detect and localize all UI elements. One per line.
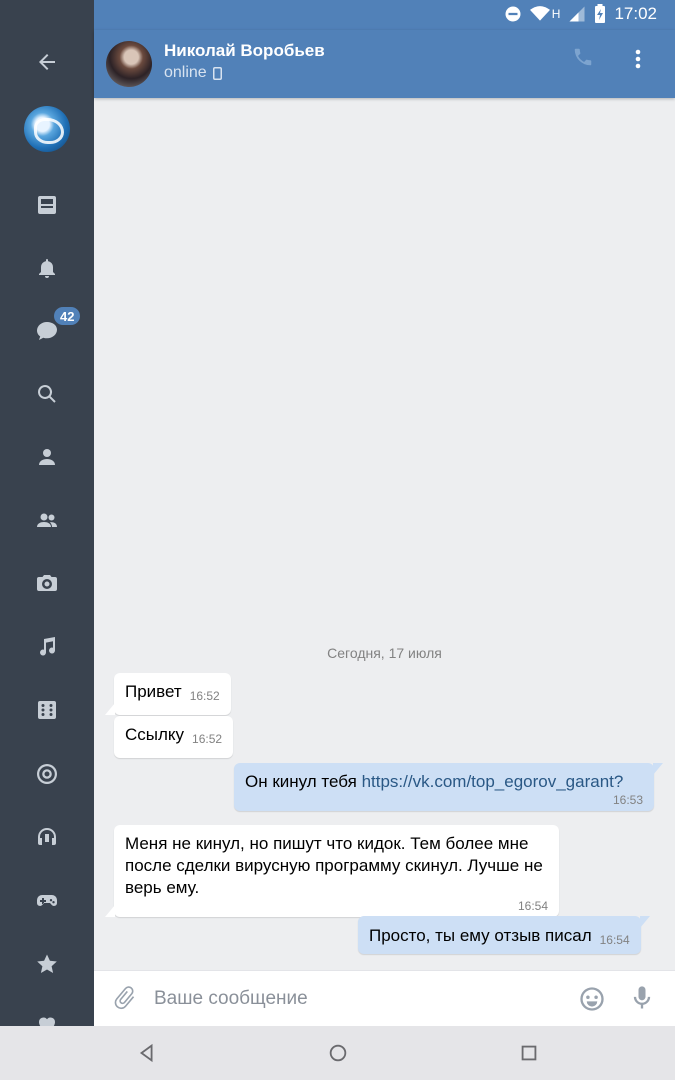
message-composer — [94, 970, 675, 1026]
message-text: Привет — [125, 682, 182, 701]
contact-status: online — [164, 64, 222, 82]
search-icon — [38, 385, 56, 403]
nav-games-2[interactable] — [0, 881, 94, 921]
nav-likes[interactable] — [0, 1004, 94, 1026]
nav-photos[interactable] — [0, 563, 94, 603]
network-type: H — [551, 7, 561, 21]
message-text: Он кинул тебя — [245, 772, 362, 791]
message-incoming[interactable]: Привет 16:52 — [105, 673, 231, 715]
nav-friends[interactable] — [0, 437, 94, 477]
profile-avatar[interactable] — [24, 106, 70, 152]
navigation-rail: 42 — [0, 0, 94, 1026]
system-navigation-bar — [0, 1026, 675, 1080]
battery-charging-icon — [595, 4, 606, 23]
message-input[interactable] — [154, 979, 564, 1019]
emoji-button[interactable] — [578, 985, 606, 1013]
message-time: 16:54 — [517, 899, 548, 913]
message-text: Ссылку — [125, 725, 185, 744]
message-text: Меня не кинул, но пишут что кидок. Тем б… — [125, 834, 543, 897]
system-back-button[interactable] — [134, 1040, 160, 1066]
heart-icon — [39, 1017, 55, 1026]
message-time: 16:52 — [192, 732, 223, 746]
nav-communities[interactable] — [0, 500, 94, 540]
nav-notifications[interactable] — [0, 248, 94, 288]
back-button[interactable] — [0, 42, 94, 82]
unread-badge: 42 — [52, 305, 83, 327]
message-link[interactable]: https://vk.com/top_egorov_garant? — [362, 772, 624, 791]
mobile-device-icon — [212, 66, 222, 80]
voice-message-button[interactable] — [628, 984, 656, 1012]
nav-news[interactable] — [0, 185, 94, 225]
wifi-icon — [529, 6, 550, 21]
contact-avatar[interactable] — [106, 41, 152, 87]
attach-button[interactable] — [112, 985, 140, 1013]
system-recents-button[interactable] — [516, 1040, 542, 1066]
clock: 17:02 — [614, 4, 657, 23]
nav-games[interactable] — [0, 690, 94, 730]
star-icon — [37, 954, 57, 973]
more-vertical-icon — [635, 49, 641, 69]
contact-name[interactable]: Николай Воробьев — [164, 41, 325, 61]
nav-podcasts[interactable] — [0, 817, 94, 857]
headphones-icon — [38, 828, 56, 845]
music-note-icon — [40, 637, 56, 656]
gamepad-icon — [37, 895, 57, 906]
paperclip-icon — [114, 986, 135, 1010]
smiley-icon — [580, 987, 604, 1011]
group-icon — [37, 513, 57, 527]
camera-icon — [37, 575, 57, 591]
call-button[interactable] — [572, 46, 600, 74]
system-home-button[interactable] — [325, 1040, 351, 1066]
chat-header: Николай Воробьев online — [94, 30, 675, 98]
status-bar: H 17:02 — [94, 0, 675, 30]
message-time: 16:54 — [599, 933, 630, 947]
target-icon — [37, 764, 57, 784]
signal-icon — [569, 6, 585, 22]
message-text: Просто, ты ему отзыв писал — [369, 926, 592, 945]
phone-icon — [574, 48, 592, 66]
message-time: 16:53 — [612, 793, 643, 807]
do-not-disturb-icon — [505, 6, 521, 22]
message-incoming[interactable]: Меня не кинул, но пишут что кидок. Тем б… — [105, 825, 559, 917]
nav-target[interactable] — [0, 754, 94, 794]
grid-icon — [38, 701, 56, 719]
nav-music[interactable] — [0, 627, 94, 667]
message-incoming[interactable]: Ссылку 16:52 — [114, 716, 234, 758]
nav-favorites[interactable] — [0, 944, 94, 984]
date-separator: Сегодня, 17 июля — [327, 645, 442, 661]
message-list[interactable]: Сегодня, 17 июля Привет 16:52 Ссылку 16:52… — [94, 98, 675, 970]
nav-search[interactable] — [0, 374, 94, 414]
news-icon — [38, 196, 56, 214]
triangle-back-icon — [139, 1043, 153, 1063]
person-icon — [39, 449, 55, 465]
square-recents-icon — [521, 1045, 537, 1061]
bell-icon — [39, 259, 55, 278]
message-outgoing[interactable]: Просто, ты ему отзыв писал 16:54 — [358, 916, 650, 954]
online-status-text: online — [164, 64, 207, 81]
more-options-button[interactable] — [626, 44, 650, 74]
message-outgoing[interactable]: Он кинул тебя https://vk.com/top_egorov_… — [234, 763, 663, 811]
microphone-icon — [633, 986, 651, 1009]
circle-home-icon — [329, 1044, 347, 1062]
arrow-back-icon — [39, 54, 55, 70]
message-time: 16:52 — [189, 689, 220, 703]
